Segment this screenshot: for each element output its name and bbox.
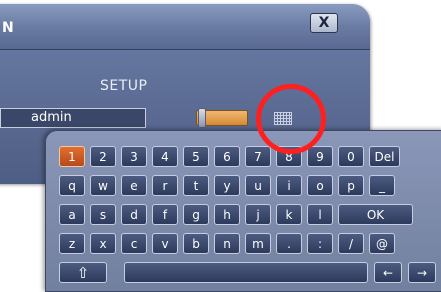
key-5[interactable]: 5 bbox=[183, 146, 209, 167]
password-field-cap bbox=[198, 108, 206, 128]
space-key[interactable] bbox=[124, 262, 368, 283]
key-j[interactable]: j bbox=[245, 204, 271, 225]
key-at[interactable]: @ bbox=[369, 233, 395, 254]
key-2[interactable]: 2 bbox=[90, 146, 116, 167]
key-r[interactable]: r bbox=[152, 175, 178, 196]
key-t[interactable]: t bbox=[183, 175, 209, 196]
key-y[interactable]: y bbox=[214, 175, 240, 196]
key-1[interactable]: 1 bbox=[59, 146, 85, 167]
ok-key[interactable]: OK bbox=[338, 204, 413, 225]
close-button[interactable]: X bbox=[310, 13, 338, 33]
key-9[interactable]: 9 bbox=[307, 146, 333, 167]
setup-heading: SETUP bbox=[100, 78, 148, 94]
cursor-left-key[interactable]: ← bbox=[374, 262, 402, 283]
key-7[interactable]: 7 bbox=[245, 146, 271, 167]
key-l[interactable]: l bbox=[307, 204, 333, 225]
cursor-right-key[interactable]: → bbox=[408, 262, 436, 283]
key-period[interactable]: . bbox=[276, 233, 302, 254]
title-bar: N X bbox=[0, 4, 370, 50]
key-w[interactable]: w bbox=[90, 175, 116, 196]
key-slash[interactable]: / bbox=[338, 233, 364, 254]
virtual-keyboard: 1 2 3 4 5 6 7 8 9 0 Del q w e r t y u i o p _ a s d f g h j k l OK z x c v b… bbox=[45, 130, 441, 292]
window-title: N bbox=[2, 20, 14, 36]
key-u[interactable]: u bbox=[245, 175, 271, 196]
key-s[interactable]: s bbox=[90, 204, 116, 225]
user-id-field[interactable]: admin bbox=[0, 108, 146, 128]
key-a[interactable]: a bbox=[59, 204, 85, 225]
key-z[interactable]: z bbox=[59, 233, 85, 254]
key-c[interactable]: c bbox=[121, 233, 147, 254]
key-4[interactable]: 4 bbox=[152, 146, 178, 167]
key-v[interactable]: v bbox=[152, 233, 178, 254]
highlight-circle bbox=[256, 84, 326, 154]
key-m[interactable]: m bbox=[245, 233, 271, 254]
key-0[interactable]: 0 bbox=[338, 146, 364, 167]
key-n[interactable]: n bbox=[214, 233, 240, 254]
screen: N X SETUP admin 1 2 3 4 5 6 7 8 9 0 Del q w e r t y u i o p _… bbox=[0, 0, 441, 292]
key-e[interactable]: e bbox=[121, 175, 147, 196]
key-3[interactable]: 3 bbox=[121, 146, 147, 167]
key-b[interactable]: b bbox=[183, 233, 209, 254]
key-underscore[interactable]: _ bbox=[369, 175, 395, 196]
key-h[interactable]: h bbox=[214, 204, 240, 225]
key-g[interactable]: g bbox=[183, 204, 209, 225]
key-colon[interactable]: : bbox=[307, 233, 333, 254]
key-i[interactable]: i bbox=[276, 175, 302, 196]
key-q[interactable]: q bbox=[59, 175, 85, 196]
key-o[interactable]: o bbox=[307, 175, 333, 196]
key-6[interactable]: 6 bbox=[214, 146, 240, 167]
delete-key[interactable]: Del bbox=[369, 146, 400, 167]
key-k[interactable]: k bbox=[276, 204, 302, 225]
key-f[interactable]: f bbox=[152, 204, 178, 225]
key-x[interactable]: x bbox=[90, 233, 116, 254]
key-p[interactable]: p bbox=[338, 175, 364, 196]
shift-key[interactable]: ⇧ bbox=[59, 262, 107, 283]
key-d[interactable]: d bbox=[121, 204, 147, 225]
